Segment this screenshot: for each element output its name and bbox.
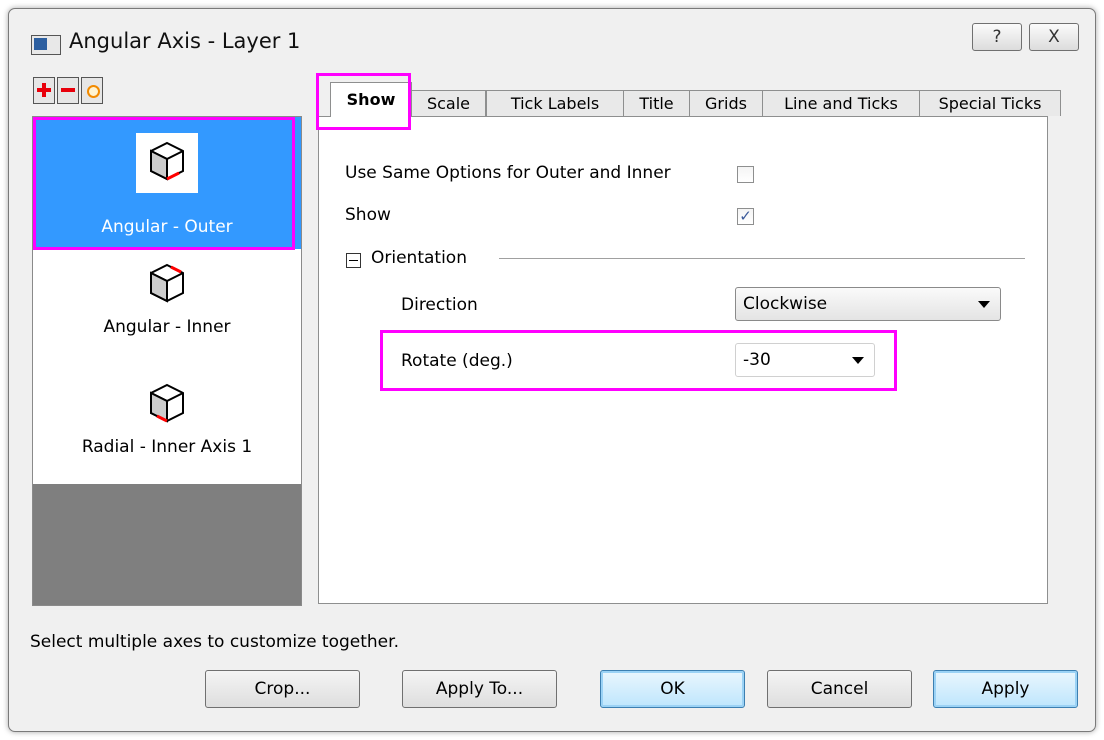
rotate-highlight xyxy=(380,330,897,391)
direction-label: Direction xyxy=(401,295,478,315)
add-axis-button[interactable] xyxy=(33,77,55,104)
help-button[interactable]: ? xyxy=(972,23,1022,51)
axis-item-label: Radial - Inner Axis 1 xyxy=(81,437,253,457)
cancel-button[interactable]: Cancel xyxy=(767,670,912,708)
orientation-group-label: Orientation xyxy=(371,248,467,268)
apply-button[interactable]: Apply xyxy=(933,670,1078,708)
group-divider xyxy=(499,258,1025,259)
direction-dropdown[interactable]: Clockwise xyxy=(735,287,1001,321)
direction-value: Clockwise xyxy=(743,294,828,314)
apply-to-button[interactable]: Apply To... xyxy=(402,670,557,708)
axis-item-label: Angular - Inner xyxy=(103,317,231,337)
dropdown-arrow-icon xyxy=(978,301,990,308)
close-button[interactable]: X xyxy=(1029,23,1079,51)
tab-special-ticks[interactable]: Special Ticks xyxy=(919,90,1061,116)
tab-scale[interactable]: Scale xyxy=(411,90,486,116)
title-bar: Angular Axis - Layer 1 ? X xyxy=(9,9,1095,67)
axis-item-radial-inner[interactable]: Radial - Inner Axis 1 xyxy=(33,379,301,457)
axis-options-button[interactable] xyxy=(81,77,103,104)
axis-item-angular-inner[interactable]: Angular - Inner xyxy=(33,259,301,337)
tab-grids[interactable]: Grids xyxy=(689,90,763,116)
tab-line-and-ticks[interactable]: Line and Ticks xyxy=(762,90,920,116)
status-text: Select multiple axes to customize togeth… xyxy=(30,632,399,652)
collapse-minus-icon[interactable] xyxy=(346,253,361,268)
same-options-checkbox[interactable] xyxy=(737,166,754,183)
cube-radial-icon xyxy=(150,383,184,423)
ok-button[interactable]: OK xyxy=(600,670,745,708)
same-options-label: Use Same Options for Outer and Inner xyxy=(345,163,671,183)
selection-highlight xyxy=(33,117,295,250)
show-label: Show xyxy=(345,205,391,225)
window-title: Angular Axis - Layer 1 xyxy=(69,29,301,53)
tab-tick-labels[interactable]: Tick Labels xyxy=(486,90,624,116)
tab-title[interactable]: Title xyxy=(623,90,690,116)
cube-inner-icon xyxy=(150,263,184,303)
app-window-icon xyxy=(31,35,61,55)
show-checkbox[interactable]: ✓ xyxy=(737,208,754,225)
crop-button[interactable]: Crop... xyxy=(205,670,360,708)
tab-highlight xyxy=(316,73,411,130)
remove-axis-button[interactable] xyxy=(57,77,79,104)
